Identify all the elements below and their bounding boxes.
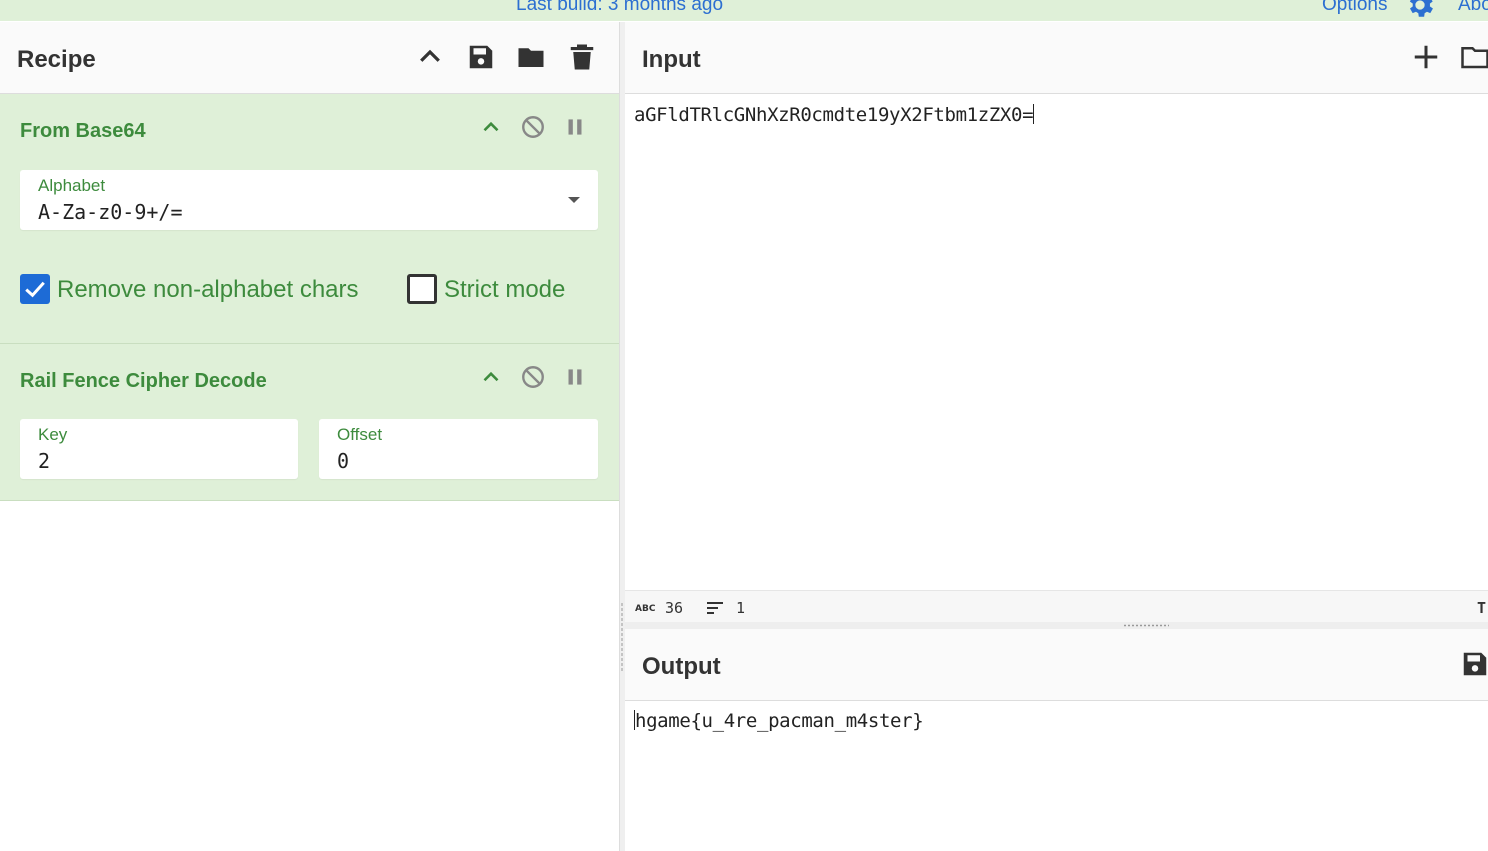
strict-mode-label[interactable]: Strict mode: [444, 276, 565, 304]
pause-icon[interactable]: [562, 364, 588, 390]
splitter-grip[interactable]: [1123, 624, 1169, 627]
operation-title: Rail Fence Cipher Decode: [20, 370, 267, 392]
save-icon[interactable]: [1460, 649, 1488, 679]
input-text: aGFldTRlcGNhXzR0cmdte19yX2Ftbm1zZX0=: [634, 104, 1034, 126]
trash-icon[interactable]: [567, 42, 597, 72]
recipe-title: Recipe: [17, 46, 96, 73]
svg-text:ABC: ABC: [635, 604, 655, 612]
output-text: hgame{u_4re_pacman_m4ster}: [635, 710, 924, 732]
operation-from-base64[interactable]: From Base64 Alphabet A-Za-z0-9+/= Remove…: [0, 94, 619, 344]
remove-non-alphabet-checkbox[interactable]: [20, 274, 50, 304]
last-build-link[interactable]: Last build: 3 months ago: [516, 0, 723, 16]
input-lines: 1: [736, 599, 746, 617]
chevron-up-icon[interactable]: [478, 364, 504, 390]
save-icon[interactable]: [466, 42, 496, 72]
plus-icon[interactable]: [1411, 42, 1441, 72]
checkmark-icon: [25, 281, 45, 298]
operation-title: From Base64: [20, 120, 146, 142]
disable-icon[interactable]: [520, 364, 546, 390]
alphabet-value: A-Za-z0-9+/=: [38, 200, 183, 224]
operation-rail-fence-cipher-decode[interactable]: Rail Fence Cipher Decode Key 2 Offset 0: [0, 344, 619, 501]
remove-non-alphabet-label[interactable]: Remove non-alphabet chars: [57, 276, 359, 304]
folder-icon[interactable]: [516, 42, 546, 72]
offset-label: Offset: [337, 425, 383, 444]
divider-grip[interactable]: [621, 602, 623, 672]
top-banner: Last build: 3 months ago Options About: [0, 0, 1488, 21]
key-value[interactable]: 2: [38, 449, 50, 473]
about-link[interactable]: About: [1458, 0, 1488, 16]
input-status-bar: ABC 36 1 T: [625, 590, 1488, 623]
output-textarea[interactable]: hgame{u_4re_pacman_m4ster}: [634, 710, 924, 732]
strict-mode-checkbox[interactable]: [407, 274, 437, 304]
offset-value[interactable]: 0: [337, 449, 349, 473]
offset-field[interactable]: Offset 0: [319, 419, 598, 479]
input-title: Input: [642, 46, 701, 73]
gear-icon[interactable]: [1404, 0, 1436, 21]
output-pane: Output hgame{u_4re_pacman_m4ster}: [625, 629, 1488, 851]
character-count-icon: ABC: [635, 604, 655, 612]
options-link[interactable]: Options: [1322, 0, 1387, 16]
chevron-up-icon[interactable]: [478, 114, 504, 140]
text-cursor: [1033, 104, 1035, 124]
alphabet-select[interactable]: Alphabet A-Za-z0-9+/=: [20, 170, 598, 230]
recipe-header: Recipe: [0, 22, 619, 94]
line-count-icon: [707, 602, 723, 614]
input-header: Input: [625, 22, 1488, 94]
status-trailing: T: [1477, 599, 1487, 617]
pause-icon[interactable]: [562, 114, 588, 140]
input-length: 36: [665, 599, 684, 617]
key-field[interactable]: Key 2: [20, 419, 298, 479]
io-splitter[interactable]: [625, 622, 1488, 629]
input-pane: Input aGFldTRlcGNhXzR0cmdte19yX2Ftbm1zZX…: [625, 22, 1488, 623]
chevron-up-icon[interactable]: [415, 42, 445, 72]
output-header: Output: [625, 629, 1488, 701]
recipe-pane: Recipe From Base64 Alphabet A-Za-z0-9+/=…: [0, 22, 619, 851]
output-title: Output: [642, 653, 721, 680]
key-label: Key: [38, 425, 68, 444]
disable-icon[interactable]: [520, 114, 546, 140]
folder-icon[interactable]: [1460, 42, 1488, 72]
input-textarea[interactable]: aGFldTRlcGNhXzR0cmdte19yX2Ftbm1zZX0=: [634, 104, 1035, 126]
chevron-down-icon[interactable]: [568, 197, 580, 203]
alphabet-label: Alphabet: [38, 176, 106, 195]
